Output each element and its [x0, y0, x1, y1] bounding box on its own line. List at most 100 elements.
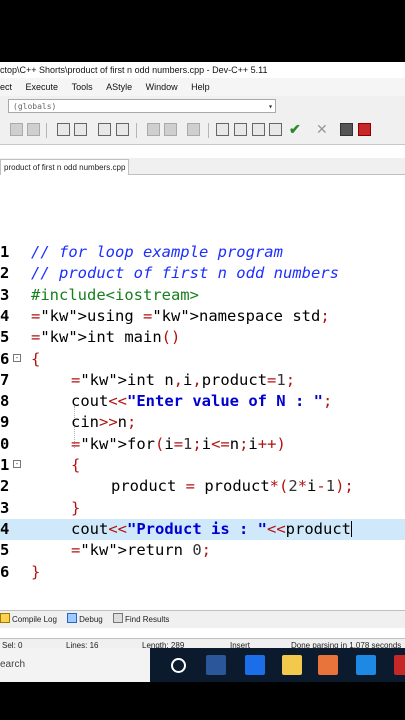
- fold-toggle-icon[interactable]: -: [13, 460, 21, 468]
- menu-project[interactable]: ect: [0, 78, 12, 96]
- code-text: cin>>n;: [71, 413, 137, 432]
- code-text: ="kw">using ="kw">namespace std;: [31, 306, 330, 325]
- scope-bar: (globals) ▾: [0, 96, 405, 119]
- code-line[interactable]: 7 ="kw">int n,i,product=1;: [0, 370, 405, 391]
- line-number: 5: [0, 328, 10, 347]
- line-number: 4: [0, 306, 10, 325]
- compile-log-icon: [0, 613, 10, 623]
- line-number: 1: [0, 456, 10, 474]
- code-text: // product of first n odd numbers: [31, 264, 339, 283]
- compile-log-tab[interactable]: Compile Log: [0, 611, 57, 629]
- run-icon[interactable]: [234, 123, 247, 136]
- code-line[interactable]: 4 ="kw">using ="kw">namespace std;: [0, 306, 405, 327]
- chart-icon[interactable]: [340, 123, 353, 136]
- code-line[interactable]: 4 cout<<"Product is : "<<product: [0, 518, 405, 540]
- syntax-check-icon[interactable]: ✔: [289, 122, 302, 136]
- line-number: 1: [0, 243, 10, 261]
- menu-tools[interactable]: Tools: [72, 78, 93, 96]
- code-line[interactable]: 1 // for loop example program: [0, 242, 405, 263]
- line-number: 6: [0, 349, 10, 368]
- fold-toggle-icon[interactable]: -: [13, 353, 21, 362]
- cortana-icon[interactable]: [171, 658, 186, 673]
- code-editor[interactable]: 1 // for loop example program 2 // product …: [0, 175, 405, 610]
- code-line[interactable]: 2 // product of first n odd numbers: [0, 263, 405, 284]
- goto-bookmark-icon[interactable]: [164, 123, 177, 136]
- compile-icon[interactable]: [216, 123, 229, 136]
- code-line[interactable]: 5 ="kw">return 0;: [0, 540, 405, 561]
- windows-taskbar: earch: [0, 648, 405, 682]
- code-line[interactable]: 0 ="kw">for(i=1;i<=n;i++): [0, 434, 405, 455]
- code-text: ="kw">return 0;: [71, 541, 212, 560]
- line-number: 4: [0, 519, 10, 538]
- line-number: 8: [0, 392, 10, 411]
- devcpp-icon[interactable]: [245, 655, 265, 675]
- word-icon[interactable]: [206, 655, 226, 675]
- file-explorer-icon[interactable]: [282, 655, 302, 675]
- code-text: // for loop example program: [31, 243, 283, 261]
- line-number: 0: [0, 434, 10, 453]
- code-line[interactable]: 2 product = product*(2*i-1);: [0, 476, 405, 497]
- code-line[interactable]: 8 cout<<"Enter value of N : ";: [0, 391, 405, 412]
- code-text: cout<<"Product is : "<<product: [71, 519, 352, 538]
- line-number: 2: [0, 264, 10, 283]
- undo-icon[interactable]: [10, 123, 23, 136]
- stop-icon[interactable]: ✕: [316, 122, 329, 136]
- code-text: #include<iostream>: [31, 285, 199, 304]
- find-results-icon: [112, 613, 123, 623]
- goto-line-icon[interactable]: [187, 123, 200, 136]
- menu-window[interactable]: Window: [146, 78, 178, 96]
- code-line[interactable]: 3 #include<iostream>: [0, 285, 405, 306]
- line-number: 3: [0, 498, 10, 517]
- code-text: }: [71, 498, 81, 517]
- toolbar: ✔ ✕: [0, 118, 405, 145]
- code-line[interactable]: 3}: [0, 498, 405, 519]
- code-text: ="kw">int n,i,product=1;: [71, 370, 296, 389]
- line-number: 3: [0, 285, 10, 304]
- replace-icon[interactable]: [74, 123, 87, 136]
- code-text: }: [31, 562, 41, 581]
- line-number: 2: [0, 477, 10, 496]
- code-text: ="kw">int main(): [31, 328, 181, 347]
- code-line[interactable]: 1- {: [0, 455, 405, 476]
- redo-icon[interactable]: [27, 123, 40, 136]
- file-tab-bar: product of first n odd numbers.cpp: [0, 158, 405, 175]
- find-results-tab[interactable]: Find Results: [112, 611, 169, 629]
- scope-combo-value: (globals): [13, 102, 57, 111]
- debug-tab-icon: [67, 613, 78, 623]
- line-number: 7: [0, 370, 10, 389]
- rebuild-all-icon[interactable]: [269, 123, 282, 136]
- dev-cpp-window: ctop\C++ Shorts\product of first n odd n…: [0, 62, 405, 682]
- code-text: ="kw">for(i=1;i<=n;i++): [71, 434, 286, 453]
- chevron-down-icon[interactable]: ▾: [268, 100, 273, 114]
- text-caret: [350, 520, 352, 537]
- code-text: cout<<"Enter value of N : ";: [71, 392, 333, 411]
- code-line[interactable]: 9 cin>>n;: [0, 412, 405, 433]
- code-line[interactable]: 5 ="kw">int main(): [0, 327, 405, 348]
- code-text: product = product*(2*i-1);: [111, 477, 354, 496]
- debug-tab[interactable]: Debug: [67, 611, 103, 629]
- code-line[interactable]: 6}: [0, 562, 405, 583]
- indent-icon[interactable]: [98, 123, 111, 136]
- menu-astyle[interactable]: AStyle: [106, 78, 132, 96]
- compile-run-icon[interactable]: [252, 123, 265, 136]
- file-tab[interactable]: product of first n odd numbers.cpp: [0, 159, 130, 175]
- code-text: {: [71, 456, 81, 474]
- window-title: ctop\C++ Shorts\product of first n odd n…: [0, 62, 405, 78]
- menu-help[interactable]: Help: [191, 78, 210, 96]
- code-text: {: [31, 349, 41, 368]
- mail-icon[interactable]: [356, 655, 376, 675]
- app-icon[interactable]: [318, 655, 338, 675]
- find-icon[interactable]: [57, 123, 70, 136]
- chrome-icon[interactable]: [394, 655, 405, 675]
- debug-icon[interactable]: [358, 123, 371, 136]
- line-number: 9: [0, 413, 10, 432]
- menu-execute[interactable]: Execute: [26, 78, 59, 96]
- unindent-icon[interactable]: [116, 123, 129, 136]
- code-line[interactable]: 6- {: [0, 349, 405, 370]
- bottom-panel: [0, 628, 405, 638]
- scope-combo[interactable]: (globals) ▾: [8, 99, 276, 113]
- toggle-bookmark-icon[interactable]: [147, 123, 160, 136]
- menu-bar: ect Execute Tools AStyle Window Help: [0, 78, 405, 96]
- line-number: 5: [0, 541, 10, 560]
- taskbar-search[interactable]: earch: [0, 648, 150, 682]
